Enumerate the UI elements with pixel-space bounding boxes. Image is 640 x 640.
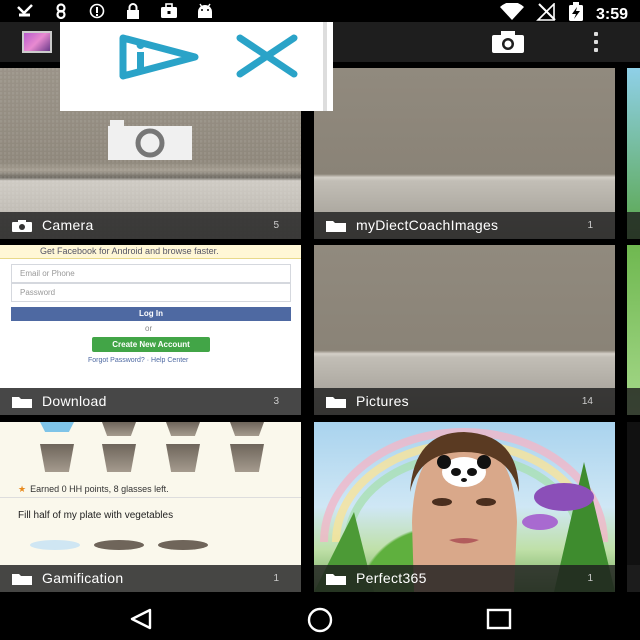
back-icon[interactable] bbox=[128, 608, 154, 630]
album-tile-gamification[interactable]: ★ Earned 0 HH points, 8 glasses left. Fil… bbox=[0, 422, 301, 592]
plate bbox=[158, 540, 208, 550]
fb-login-button: Log In bbox=[11, 307, 291, 321]
water-glass bbox=[40, 422, 74, 432]
album-count: 5 bbox=[273, 220, 279, 231]
album-tile-partial[interactable] bbox=[627, 68, 640, 239]
camera-sign-icon bbox=[108, 120, 192, 160]
overflow-menu-icon[interactable] bbox=[590, 32, 602, 52]
album-count: 1 bbox=[273, 573, 279, 584]
album-label-bar bbox=[627, 565, 640, 592]
fb-email-field: Email or Phone bbox=[11, 264, 291, 283]
folder-icon bbox=[326, 397, 346, 408]
album-name: Perfect365 bbox=[356, 570, 427, 586]
album-tile-pictures[interactable]: Pictures 14 bbox=[314, 245, 615, 415]
album-tile-partial[interactable] bbox=[627, 245, 640, 415]
plate bbox=[30, 540, 80, 550]
album-count: 1 bbox=[587, 573, 593, 584]
briefcase-icon bbox=[160, 3, 178, 19]
water-glass bbox=[230, 422, 264, 436]
fb-create-account-button: Create New Account bbox=[92, 337, 210, 352]
folder-icon bbox=[326, 574, 346, 585]
clock: 3:59 bbox=[595, 5, 628, 23]
home-icon[interactable] bbox=[306, 606, 334, 634]
folder-icon bbox=[12, 397, 32, 408]
android-icon bbox=[196, 3, 214, 19]
blocked-icon bbox=[88, 3, 106, 19]
fb-or-text: or bbox=[145, 324, 153, 333]
camera-icon bbox=[12, 220, 32, 232]
album-name: Download bbox=[42, 393, 107, 409]
plate bbox=[94, 540, 144, 550]
album-label-bar: Camera 5 bbox=[0, 212, 301, 239]
water-glass bbox=[166, 444, 200, 472]
folder-icon bbox=[12, 574, 32, 585]
earned-text: Earned 0 HH points, 8 glasses left. bbox=[30, 484, 169, 494]
infinity-icon bbox=[52, 3, 70, 19]
album-tile-download[interactable]: Get Facebook for Android and browse fast… bbox=[0, 245, 301, 415]
close-icon[interactable] bbox=[232, 34, 302, 78]
album-tile-mydiectcoachimages[interactable]: myDiectCoachImages 1 bbox=[314, 68, 615, 239]
album-name: myDiectCoachImages bbox=[356, 217, 499, 233]
water-glass bbox=[102, 444, 136, 472]
album-name: Camera bbox=[42, 217, 94, 233]
folder-icon bbox=[326, 221, 346, 232]
fb-forgot-link: Forgot Password? · Help Center bbox=[88, 357, 189, 364]
water-glass bbox=[40, 444, 74, 472]
album-tile-partial[interactable] bbox=[627, 422, 640, 592]
earned-points: ★ Earned 0 HH points, 8 glasses left. bbox=[18, 484, 169, 495]
album-label-bar: Pictures 14 bbox=[314, 388, 615, 415]
ad-choices-icon[interactable] bbox=[115, 32, 205, 82]
album-label-bar: Perfect365 1 bbox=[314, 565, 615, 592]
star-icon: ★ bbox=[18, 484, 27, 494]
album-count: 14 bbox=[581, 396, 593, 407]
album-thumbnail-icon[interactable] bbox=[22, 31, 52, 53]
recents-icon[interactable] bbox=[486, 608, 512, 630]
album-count: 1 bbox=[587, 220, 593, 231]
navigation-bar bbox=[0, 596, 640, 640]
plate-goal-text: Fill half of my plate with vegetables bbox=[18, 510, 174, 521]
album-tile-perfect365[interactable]: Perfect365 1 bbox=[314, 422, 615, 592]
album-label-bar: Gamification 1 bbox=[0, 565, 301, 592]
missed-call-icon bbox=[16, 3, 34, 19]
ad-banner[interactable] bbox=[60, 22, 333, 111]
status-bar: 3:59 bbox=[0, 0, 640, 23]
album-label-bar: Download 3 bbox=[0, 388, 301, 415]
album-name: Gamification bbox=[42, 570, 124, 586]
album-grid: Camera 5 myDiectCoachImages 1 Get Facebo… bbox=[0, 68, 640, 596]
water-glass bbox=[230, 444, 264, 472]
ad-divider bbox=[323, 22, 327, 111]
water-glass bbox=[102, 422, 136, 436]
fb-password-field: Password bbox=[11, 283, 291, 302]
camera-button[interactable] bbox=[490, 30, 526, 54]
album-name: Pictures bbox=[356, 393, 409, 409]
album-count: 3 bbox=[273, 396, 279, 407]
camera-icon bbox=[492, 31, 524, 53]
album-label-bar bbox=[627, 212, 640, 239]
lock-icon bbox=[124, 3, 142, 19]
divider bbox=[0, 497, 301, 498]
album-label-bar bbox=[627, 388, 640, 415]
album-label-bar: myDiectCoachImages 1 bbox=[314, 212, 615, 239]
water-glass bbox=[166, 422, 200, 436]
fb-app-banner: Get Facebook for Android and browse fast… bbox=[0, 245, 301, 259]
